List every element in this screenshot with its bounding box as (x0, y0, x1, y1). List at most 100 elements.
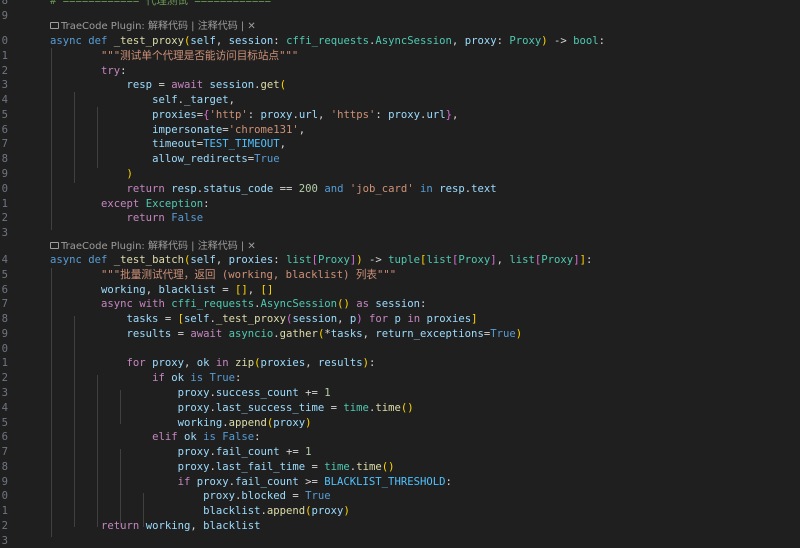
code-line[interactable]: tasks = [self._test_proxy(session, p) fo… (50, 312, 478, 326)
code-token: ) (388, 461, 395, 473)
code-line[interactable]: elif ok is False: (50, 430, 260, 444)
code-token: await (171, 79, 210, 91)
codelens-text[interactable]: TraeCode Plugin: 解释代码 | 注释代码 | ✕ (61, 241, 256, 252)
code-line[interactable]: """批量测试代理，返回 (working, blacklist) 列表""" (50, 268, 396, 282)
code-token: proxy (177, 402, 210, 414)
code-line[interactable]: timeout=TEST_TIMEOUT, (50, 137, 286, 151)
code-token: last_fail_time (215, 461, 306, 473)
line-number: 4 (1, 94, 8, 106)
code-token: blocked (241, 490, 287, 502)
code-line[interactable]: proxy.success_count += 1 (50, 386, 331, 400)
code-token: >= (298, 476, 325, 488)
code-line[interactable]: proxies={'http': proxy.url, 'https': pro… (50, 108, 458, 122)
line-number: 1 (1, 357, 8, 369)
code-token: = (158, 313, 178, 325)
code-line[interactable]: """测试单个代理是否能访问目标站点""" (50, 49, 298, 63)
code-token: status_code (203, 183, 274, 195)
plugin-icon (50, 22, 59, 29)
code-token: True (490, 328, 516, 340)
line-number: 0 (1, 343, 8, 355)
indent-guide (120, 390, 121, 424)
code-token: proxy (196, 476, 229, 488)
code-line[interactable]: return False (50, 211, 204, 225)
line-number-gutter: 8 9 0 1 2 3 4 5 6 7 8 9 0 1 2 3 4 5 6 7 8 9 0 1 2 3 4 5 6 7 8 9 0 1 2 3 (0, 0, 22, 547)
code-line[interactable]: working, blacklist = [], [] (50, 283, 273, 297)
code-token: self (152, 94, 178, 106)
code-line[interactable]: ) (50, 167, 133, 181)
line-number: 6 (1, 431, 8, 443)
code-token: = (324, 402, 344, 414)
code-token: list (426, 254, 452, 266)
code-line[interactable]: proxy.last_success_time = time.time() (50, 401, 414, 415)
code-line[interactable]: async with cffi_requests.AsyncSession() … (50, 297, 426, 311)
code-line[interactable]: return resp.status_code == 200 and 'job_… (50, 182, 497, 196)
line-number: 4 (1, 402, 8, 414)
line-number: 4 (1, 254, 8, 266)
code-token: if (177, 476, 197, 488)
line-number: 1 (1, 50, 8, 62)
code-line[interactable]: self._target, (50, 93, 235, 107)
code-line[interactable]: proxy.last_fail_time = time.time() (50, 460, 395, 474)
code-token: async (101, 298, 140, 310)
codelens-text[interactable]: TraeCode Plugin: 解释代码 | 注释代码 | ✕ (61, 21, 256, 32)
code-token: proxy (177, 446, 210, 458)
code-line[interactable]: try: (50, 64, 127, 78)
code-token: """批量测试代理，返回 (working, blacklist) 列表""" (101, 269, 397, 281)
code-token: return_exceptions (375, 328, 484, 340)
code-token: working (101, 284, 146, 296)
code-token: 'http' (209, 109, 248, 121)
code-token: : (496, 35, 510, 47)
code-token: proxies (152, 109, 197, 121)
code-token: append (228, 417, 267, 429)
code-line[interactable]: blacklist.append(proxy) (50, 504, 350, 518)
codelens-1[interactable]: TraeCode Plugin: 解释代码 | 注释代码 | ✕ (50, 20, 256, 33)
code-token: def (88, 254, 114, 266)
code-token: _target (183, 94, 229, 106)
code-token: ) (407, 402, 414, 414)
code-token: AsyncSession (375, 35, 452, 47)
code-line[interactable]: proxy.fail_count += 1 (50, 445, 312, 459)
code-token: in (407, 313, 427, 325)
code-token: , (451, 35, 465, 47)
code-token: return (101, 520, 146, 532)
code-line[interactable]: for proxy, ok in zip(proxies, results): (50, 356, 376, 370)
code-token: = (152, 79, 172, 91)
code-token: : (120, 65, 127, 77)
code-token: True (305, 490, 331, 502)
code-line[interactable]: if proxy.fail_count >= BLACKLIST_THRESHO… (50, 475, 452, 489)
code-token: time (324, 461, 350, 473)
code-line[interactable]: async def _test_batch(self, proxies: lis… (50, 253, 592, 267)
code-line[interactable]: working.append(proxy) (50, 416, 312, 430)
code-line[interactable]: resp = await session.get( (50, 78, 287, 92)
code-token: ) (515, 328, 523, 340)
code-line[interactable]: results = await asyncio.gather(*tasks, r… (50, 327, 523, 341)
indent-guide (97, 107, 98, 168)
code-line[interactable]: impersonate='chrome131', (50, 123, 305, 137)
code-token: self (183, 313, 210, 325)
code-token: fail_count (234, 476, 299, 488)
code-token: : (375, 109, 389, 121)
code-token: Proxy (509, 35, 542, 47)
code-token: success_count (215, 387, 299, 399)
code-token: = (215, 284, 235, 296)
code-line[interactable]: if ok is True: (50, 371, 241, 385)
code-token: Exception (145, 198, 204, 210)
code-line[interactable]: except Exception: (50, 197, 209, 211)
code-token: += (298, 387, 325, 399)
code-token: ok (196, 357, 210, 369)
indent-guide (97, 375, 98, 527)
code-token: , (279, 138, 287, 150)
code-line[interactable]: allow_redirects=True (50, 152, 280, 166)
line-number: 7 (1, 298, 8, 310)
code-line[interactable]: return working, blacklist (50, 519, 260, 533)
codelens-2[interactable]: TraeCode Plugin: 解释代码 | 注释代码 | ✕ (50, 240, 256, 253)
code-line[interactable]: proxy.blocked = True (50, 489, 331, 503)
code-line[interactable]: async def _test_proxy(self, session: cff… (50, 34, 605, 48)
code-token: Proxy (317, 254, 350, 266)
code-token: proxy (388, 109, 421, 121)
code-token: 1 (305, 446, 312, 458)
